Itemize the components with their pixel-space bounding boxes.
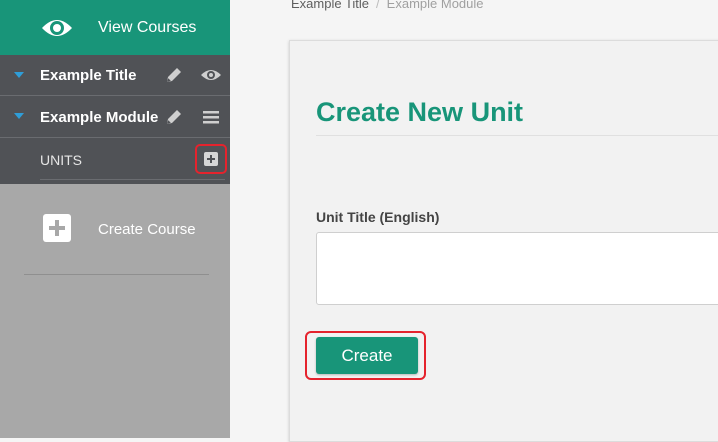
- course-title[interactable]: Example Title: [40, 67, 158, 84]
- unit-title-input[interactable]: [316, 232, 718, 305]
- plus-square-icon: [43, 214, 71, 242]
- title-divider: [316, 135, 718, 136]
- view-courses-label: View Courses: [98, 19, 197, 36]
- plus-square-icon: [204, 152, 218, 166]
- create-unit-card: Create New Unit Unit Title (English) Cre…: [289, 40, 718, 442]
- create-button-highlight: Create: [305, 331, 426, 380]
- breadcrumb-module: Example Module: [386, 0, 484, 11]
- add-unit-button[interactable]: [195, 144, 227, 174]
- caret-down-icon[interactable]: [14, 113, 24, 119]
- page-title: Create New Unit: [316, 97, 524, 127]
- sidebar-divider: [24, 274, 209, 275]
- breadcrumb-course[interactable]: Example Title: [291, 0, 369, 11]
- eye-icon: [40, 13, 74, 48]
- sidebar: View Courses Example Title Example Modul…: [0, 0, 230, 438]
- module-title[interactable]: Example Module: [40, 109, 158, 126]
- pencil-icon[interactable]: [164, 65, 184, 89]
- sidebar-item-course[interactable]: Example Title: [0, 55, 230, 96]
- eye-icon[interactable]: [200, 65, 222, 89]
- pencil-icon[interactable]: [164, 107, 184, 131]
- breadcrumb: Example Title / Example Module: [291, 0, 484, 11]
- create-course-label: Create Course: [98, 221, 196, 238]
- create-course-button[interactable]: Create Course: [0, 200, 230, 260]
- breadcrumb-separator: /: [376, 0, 380, 11]
- unit-title-label: Unit Title (English): [316, 209, 440, 225]
- units-divider: [40, 179, 225, 180]
- hamburger-menu-icon[interactable]: [202, 107, 220, 131]
- units-label: UNITS: [40, 152, 82, 168]
- caret-down-icon[interactable]: [14, 72, 24, 78]
- create-button[interactable]: Create: [316, 337, 418, 374]
- view-courses-button[interactable]: View Courses: [0, 0, 230, 55]
- sidebar-item-module[interactable]: Example Module: [0, 96, 230, 138]
